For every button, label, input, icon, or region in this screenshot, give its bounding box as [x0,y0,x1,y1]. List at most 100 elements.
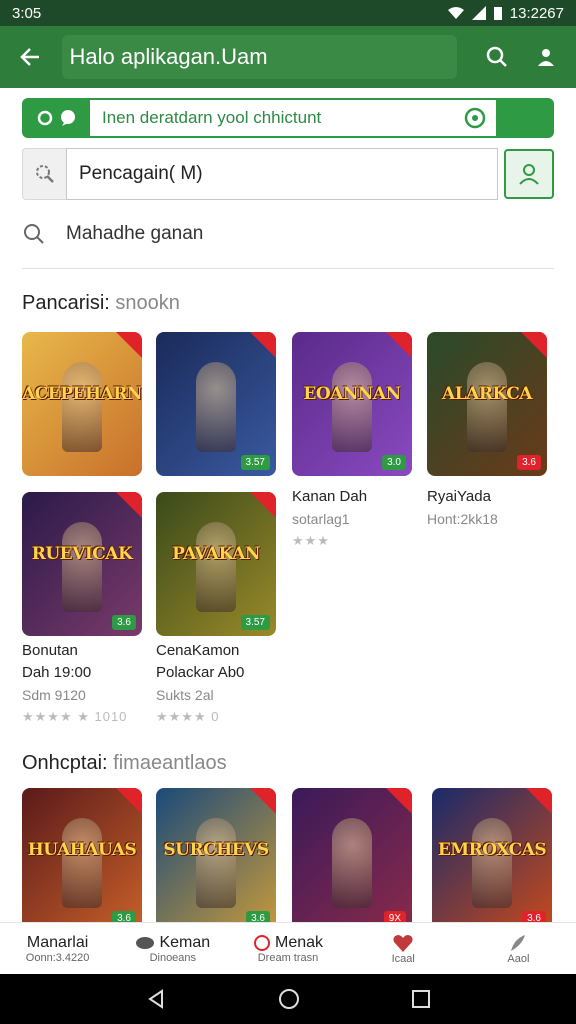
new-badge-corner [250,492,276,518]
card-art-figure [62,522,102,612]
recents-square-icon[interactable] [412,990,430,1008]
main-search-bar: Pencagain( M) [22,148,554,200]
app-name: Kanan Dah [292,488,368,505]
nav-label: Menak [274,933,324,951]
app-card[interactable]: EOANNAN 3.0 [292,332,412,476]
app-sub: Sdm 9120 [22,687,86,703]
wifi-icon [447,7,464,19]
app-name-line2: Polackar Ab0 [156,664,245,681]
card-meta-4[interactable]: RyaiYada Hont:2kk18 [427,486,498,530]
nav-sublabel: Dream trasn [257,951,319,964]
new-badge-corner [250,788,276,814]
card-art-figure [332,818,372,908]
system-nav-bar [0,974,576,1024]
top-search-action[interactable] [496,100,552,136]
app-card[interactable]: EMROXCAS 3.6 [432,788,552,932]
app-card[interactable]: RUEVICAK 3.6 [22,492,142,636]
voice-button[interactable] [460,100,490,136]
app-card[interactable]: PAVAKAN 3.57 [156,492,276,636]
app-card[interactable]: 3.57 [156,332,276,476]
card-art-title: HUAHAUAS [27,840,137,860]
new-badge-corner [386,788,412,814]
profile-button[interactable] [504,149,554,199]
rating-badge: 3.0 [382,455,406,470]
search-icon [24,224,44,244]
refresh-icon [37,110,53,126]
suggestion-item[interactable]: Mahadhe ganan [22,212,554,256]
new-badge-corner [116,492,142,518]
app-card[interactable]: HUAHAUAS 3.6 [22,788,142,932]
top-search-bar[interactable]: Inen deratdarn yool chhictunt [22,98,554,138]
leaf-icon [136,936,155,949]
search-input[interactable]: Pencagain( M) [66,148,498,200]
nav-label: Manarlai [26,933,89,951]
magnify-settings-icon [35,165,54,183]
card-art-title: SURCHEVS [163,840,269,860]
top-search-placeholder: Inen deratdarn yool chhictunt [102,108,322,127]
section2-title: Onhcptai: [22,752,108,774]
arrow-left-icon [19,48,39,66]
card-art-figure [196,362,236,452]
search-button[interactable] [475,35,519,79]
nav-label: Keman [159,933,211,951]
card-art-figure [62,818,102,908]
card-meta-3[interactable]: Kanan Dah sotarlag1 ★★★ [292,486,367,552]
new-badge-corner [521,332,547,358]
section2-subtitle: fimaeantlaos [113,752,227,774]
app-bar: Halo aplikagan.Uam [0,26,576,88]
bottom-nav: Manarlai Oonn:3.4220 Keman Dinoeans Mena… [0,922,576,974]
card-art-title: PAVAKAN [172,544,260,564]
card-art-figure [472,818,512,908]
signal-icon [471,6,486,20]
app-card[interactable]: 9X [292,788,412,932]
suggestion-text: Mahadhe ganan [66,223,204,244]
section2-heading: Onhcptai: fimaeantlaos [22,752,227,775]
nav-item-1[interactable]: Manarlai Oonn:3.4220 [0,923,115,974]
card-meta-6[interactable]: CenaKamon Polackar Ab0 Sukts 2al ★★★★ 0 [156,640,244,728]
new-badge-corner [250,332,276,358]
back-button[interactable] [8,35,52,79]
new-badge-corner [116,332,142,358]
nav-sublabel: Aaol [507,952,530,965]
rating-badge: 3.57 [240,455,270,470]
search-lead [24,100,90,136]
back-triangle-icon[interactable] [146,989,166,1009]
app-sub: sotarlag1 [292,511,350,527]
app-name: Bonutan [22,642,78,659]
status-bar: 3:05 13:2267 [0,0,576,26]
section1-subtitle: snookn [115,292,180,314]
card-art-title: ALARKCA [442,384,533,404]
nav-item-2[interactable]: Keman Dinoeans [115,923,230,974]
search-settings-button[interactable] [22,148,66,200]
feather-icon [511,934,526,951]
app-card[interactable]: ACEPEHARN [22,332,142,476]
divider [22,268,554,269]
card-art-figure [196,818,236,908]
user-icon [519,164,539,185]
card-art-figure [62,362,102,452]
person-icon [538,49,555,66]
nav-sublabel: Oonn:3.4220 [25,951,90,964]
nav-sublabel: Icaal [391,952,415,965]
app-title-text: Halo aplikagan.Uam [69,44,268,69]
app-title: Halo aplikagan.Uam [61,35,458,79]
app-name: RyaiYada [427,488,491,505]
rating-stars: ★★★★ ★ 1010 [22,709,128,724]
rating-stars: ★★★★ 0 [156,709,220,724]
nav-item-5[interactable]: Aaol [461,923,576,974]
nav-sublabel: Dinoeans [149,951,197,964]
home-circle-icon[interactable] [278,988,300,1010]
app-card[interactable]: SURCHEVS 3.6 [156,788,276,932]
nav-item-3[interactable]: Menak Dream trasn [230,923,345,974]
card-meta-5[interactable]: Bonutan Dah 19:00 Sdm 9120 ★★★★ ★ 1010 [22,640,127,728]
app-name: CenaKamon [156,642,240,659]
nav-item-4[interactable]: Icaal [346,923,461,974]
app-card[interactable]: ALARKCA 3.6 [427,332,547,476]
account-button[interactable] [525,35,569,79]
rating-badge: 3.6 [112,615,136,630]
new-badge-corner [116,788,142,814]
rating-badge: 3.6 [517,455,541,470]
card-art-figure [467,362,507,452]
card-art-title: ACEPEHARN [22,384,142,404]
new-badge-corner [386,332,412,358]
